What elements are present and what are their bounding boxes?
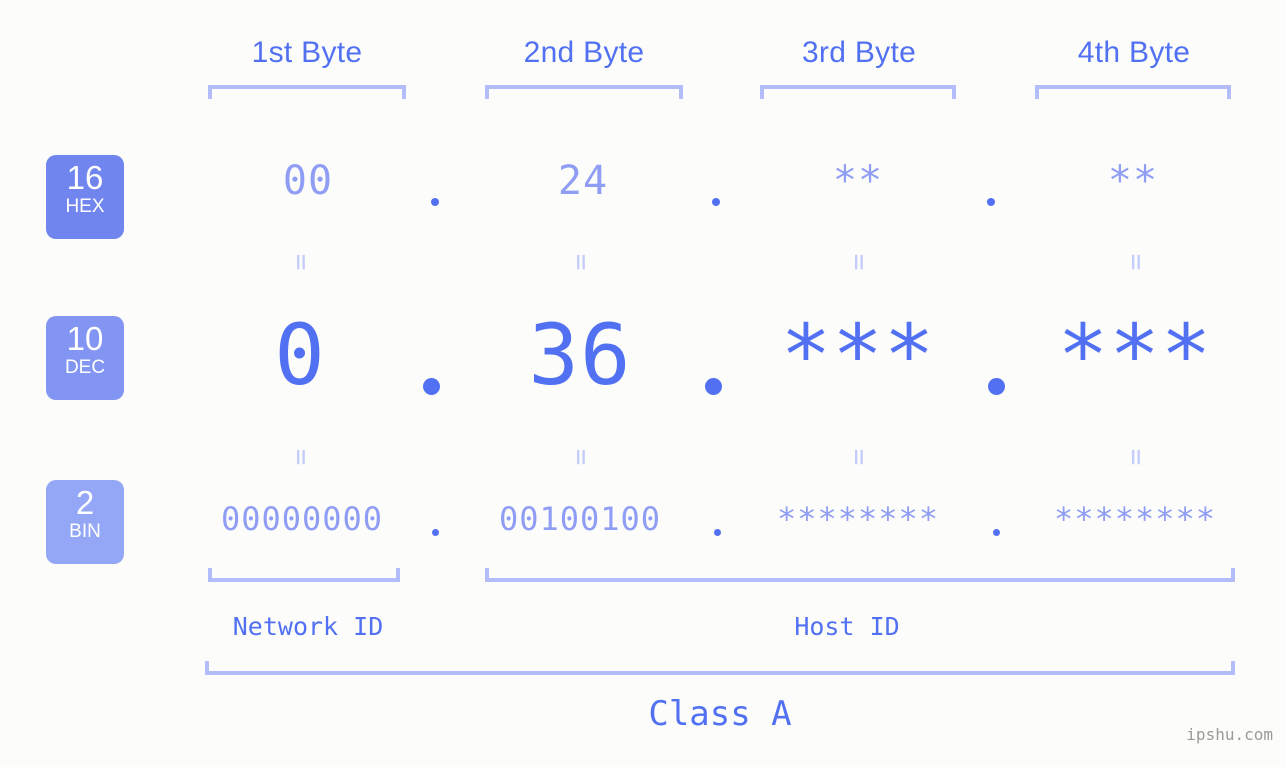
class-label: Class A <box>648 694 792 734</box>
bin-byte-4: ******** <box>1053 500 1217 538</box>
bin-separator-dot-3 <box>993 529 1000 536</box>
base-badge-bin[interactable]: 2 BIN <box>46 480 124 564</box>
host-id-bracket <box>485 568 1235 582</box>
equals-hex-dec-4: = <box>1120 253 1153 271</box>
host-id-label: Host ID <box>794 612 900 641</box>
byte-bracket-4 <box>1035 85 1231 99</box>
network-id-label: Network ID <box>232 612 384 641</box>
hex-separator-dot-3 <box>987 198 995 206</box>
bin-separator-dot-2 <box>714 529 721 536</box>
equals-hex-dec-2: = <box>565 253 598 271</box>
base-badge-dec-name: DEC <box>64 357 106 378</box>
network-id-bracket <box>208 568 400 582</box>
dec-separator-dot-2 <box>705 378 722 395</box>
byte-header-label-1: 1st Byte <box>251 36 363 69</box>
equals-hex-dec-1: = <box>285 253 318 271</box>
equals-dec-bin-3: = <box>843 448 876 466</box>
equals-dec-bin-2: = <box>565 448 598 466</box>
site-watermark: ipshu.com <box>1186 725 1273 744</box>
hex-byte-4: ** <box>1107 158 1159 204</box>
hex-byte-2: 24 <box>557 158 609 204</box>
bin-byte-2: 00100100 <box>498 500 662 538</box>
byte-bracket-3 <box>760 85 956 99</box>
base-badge-hex-name: HEX <box>65 196 105 217</box>
bin-separator-dot-1 <box>432 529 439 536</box>
dec-byte-4: *** <box>1057 306 1213 404</box>
ip-address-breakdown-diagram: 1st Byte 2nd Byte 3rd Byte 4th Byte 16 H… <box>0 0 1285 767</box>
dec-separator-dot-3 <box>988 378 1005 395</box>
base-badge-dec-number: 10 <box>66 320 104 357</box>
dec-byte-2: 36 <box>528 306 632 404</box>
base-badge-bin-number: 2 <box>75 484 95 521</box>
dec-byte-1: 0 <box>274 306 326 404</box>
hex-byte-3: ** <box>832 158 884 204</box>
base-badge-hex[interactable]: 16 HEX <box>46 155 124 239</box>
base-badge-dec[interactable]: 10 DEC <box>46 316 124 400</box>
byte-bracket-2 <box>485 85 683 99</box>
equals-dec-bin-4: = <box>1120 448 1153 466</box>
equals-dec-bin-1: = <box>285 448 318 466</box>
dec-byte-3: *** <box>780 306 936 404</box>
byte-bracket-1 <box>208 85 406 99</box>
hex-separator-dot-1 <box>431 198 439 206</box>
byte-header-label-3: 3rd Byte <box>801 36 917 69</box>
byte-header-label-2: 2nd Byte <box>523 36 645 69</box>
bin-byte-1: 00000000 <box>220 500 384 538</box>
hex-separator-dot-2 <box>712 198 720 206</box>
bin-byte-3: ******** <box>776 500 940 538</box>
byte-header-label-4: 4th Byte <box>1077 36 1191 69</box>
base-badge-bin-name: BIN <box>69 521 101 542</box>
hex-byte-1: 00 <box>282 158 334 204</box>
base-badge-hex-number: 16 <box>66 159 104 196</box>
dec-separator-dot-1 <box>423 378 440 395</box>
equals-hex-dec-3: = <box>843 253 876 271</box>
class-bracket <box>205 661 1235 675</box>
